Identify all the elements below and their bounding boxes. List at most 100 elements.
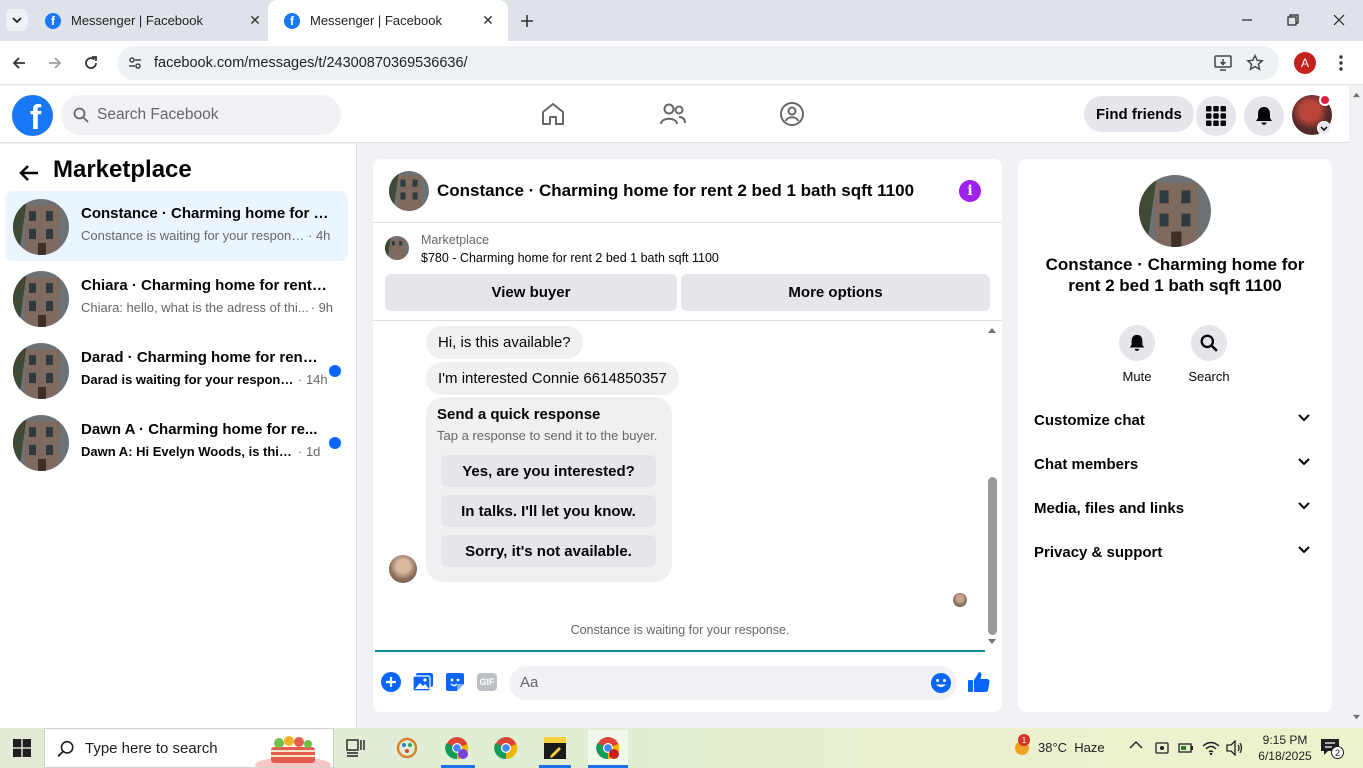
conversation-preview: Darad is waiting for your response. · 14h bbox=[81, 372, 328, 387]
chat-title[interactable]: Constance · Charming home for rent 2 bed… bbox=[437, 181, 914, 201]
menu-button[interactable] bbox=[1196, 96, 1236, 136]
browser-menu-button[interactable] bbox=[1334, 53, 1348, 73]
taskbar-chrome-profile-1[interactable] bbox=[441, 732, 473, 764]
seen-avatar bbox=[953, 593, 967, 607]
chat-avatar[interactable] bbox=[389, 171, 429, 211]
gif-button[interactable]: GIF bbox=[475, 670, 499, 694]
conversation-item[interactable]: Constance · Charming home for re... Cons… bbox=[5, 191, 348, 261]
taskbar-clock[interactable]: 9:15 PM 6/18/2025 bbox=[1257, 732, 1313, 764]
mute-button[interactable]: Mute bbox=[1107, 325, 1167, 384]
account-avatar[interactable] bbox=[1292, 94, 1332, 135]
quick-response-option[interactable]: Sorry, it's not available. bbox=[441, 535, 656, 567]
conversation-item[interactable]: Darad · Charming home for rent ... Darad… bbox=[5, 335, 348, 405]
media-files-links-section[interactable]: Media, files and links bbox=[1034, 495, 1316, 523]
grid-menu-icon bbox=[1206, 106, 1226, 126]
forward-button[interactable] bbox=[41, 49, 69, 77]
quick-response-option[interactable]: In talks. I'll let you know. bbox=[441, 495, 656, 527]
bookmark-star-icon[interactable] bbox=[1246, 54, 1264, 72]
conversation-item[interactable]: Dawn A · Charming home for re... Dawn A:… bbox=[5, 407, 348, 477]
find-friends-button[interactable]: Find friends bbox=[1084, 96, 1194, 132]
mute-label: Mute bbox=[1122, 369, 1152, 384]
privacy-support-section[interactable]: Privacy & support bbox=[1034, 539, 1316, 567]
friends-nav-button[interactable] bbox=[658, 99, 688, 129]
more-options-button[interactable]: More options bbox=[681, 274, 990, 311]
sticker-button[interactable] bbox=[443, 670, 467, 694]
conversation-name: Chiara · Charming home for rent 2... bbox=[81, 277, 331, 294]
tab-search-dropdown[interactable] bbox=[6, 9, 28, 31]
browser-tab-2[interactable]: f Messenger | Facebook ✕ bbox=[268, 0, 508, 41]
facebook-logo[interactable]: f bbox=[12, 95, 53, 136]
taskbar-app-paint[interactable] bbox=[391, 732, 423, 764]
taskbar-sticky-notes[interactable] bbox=[539, 732, 571, 764]
quick-response-title: Send a quick response bbox=[437, 406, 601, 423]
preview-text: Dawn A: Hi Evelyn Woods, is this s... bbox=[81, 444, 296, 459]
option-label: Yes, are you interested? bbox=[462, 462, 635, 480]
close-tab-icon[interactable]: ✕ bbox=[247, 12, 263, 29]
close-tab-icon[interactable]: ✕ bbox=[480, 12, 496, 29]
task-view-button[interactable] bbox=[340, 732, 372, 764]
wifi-icon[interactable] bbox=[1202, 740, 1220, 756]
conversation-item[interactable]: Chiara · Charming home for rent 2... Chi… bbox=[5, 263, 348, 333]
taskbar-chrome-profile-2[interactable] bbox=[588, 730, 628, 766]
back-arrow-button[interactable] bbox=[16, 160, 42, 186]
address-bar[interactable]: facebook.com/messages/t/2430087036953663… bbox=[117, 46, 1279, 80]
chevron-down-icon bbox=[1298, 502, 1310, 510]
emoji-icon[interactable] bbox=[930, 672, 952, 694]
scroll-up-icon[interactable] bbox=[987, 326, 997, 334]
listing-title[interactable]: $780 - Charming home for rent 2 bed 1 ba… bbox=[421, 251, 719, 265]
chat-scroll-thumb[interactable] bbox=[988, 477, 997, 635]
back-button[interactable] bbox=[5, 49, 33, 77]
sticker-icon bbox=[446, 673, 464, 691]
profile-avatar[interactable]: A bbox=[1294, 52, 1316, 74]
bell-icon bbox=[1256, 107, 1272, 125]
scroll-down-icon[interactable] bbox=[1352, 714, 1361, 721]
arrow-left-icon bbox=[12, 57, 25, 69]
volume-icon[interactable] bbox=[1226, 740, 1244, 756]
site-info-icon[interactable] bbox=[127, 55, 143, 71]
notifications-button[interactable] bbox=[1244, 96, 1284, 136]
windows-logo-icon bbox=[13, 739, 31, 757]
groups-nav-button[interactable] bbox=[777, 99, 807, 129]
attach-photo-button[interactable] bbox=[411, 670, 435, 694]
restore-button[interactable] bbox=[1270, 0, 1316, 40]
sticky-notes-icon bbox=[544, 737, 566, 759]
account-chevron-icon[interactable] bbox=[1317, 121, 1331, 135]
quick-response-option[interactable]: Yes, are you interested? bbox=[441, 455, 656, 487]
tab-title: Messenger | Facebook bbox=[71, 13, 203, 28]
add-attachment-button[interactable] bbox=[379, 670, 403, 694]
close-icon bbox=[1333, 14, 1345, 26]
scroll-down-icon[interactable] bbox=[987, 638, 997, 646]
sender-avatar[interactable] bbox=[389, 555, 417, 583]
browser-tab-1[interactable]: f Messenger | Facebook ✕ bbox=[29, 0, 275, 41]
info-icon[interactable]: i bbox=[959, 180, 981, 202]
search-in-chat-button[interactable]: Search bbox=[1179, 325, 1239, 384]
customize-chat-section[interactable]: Customize chat bbox=[1034, 407, 1316, 435]
minimize-button[interactable] bbox=[1224, 0, 1270, 40]
like-button[interactable] bbox=[967, 670, 991, 694]
home-nav-button[interactable] bbox=[538, 99, 568, 129]
show-hidden-icons-button[interactable] bbox=[1129, 740, 1143, 750]
chat-members-section[interactable]: Chat members bbox=[1034, 451, 1316, 479]
message-input[interactable]: Aa bbox=[509, 666, 957, 700]
close-window-button[interactable] bbox=[1316, 0, 1362, 40]
view-buyer-button[interactable]: View buyer bbox=[385, 274, 677, 311]
new-tab-button[interactable] bbox=[514, 8, 540, 34]
battery-icon[interactable] bbox=[1178, 740, 1194, 756]
preview-text: Darad is waiting for your response. bbox=[81, 372, 296, 387]
weather-icon[interactable]: 1 bbox=[1010, 734, 1034, 760]
taskbar-search-input[interactable]: Type here to search bbox=[44, 728, 334, 768]
chat-header: Constance · Charming home for rent 2 bed… bbox=[373, 159, 1002, 223]
gif-icon: GIF bbox=[477, 673, 497, 691]
taskbar-chrome[interactable] bbox=[490, 732, 522, 764]
facebook-search-input[interactable]: Search Facebook bbox=[61, 95, 341, 135]
scroll-up-icon[interactable] bbox=[1352, 91, 1361, 98]
marketplace-conversations-panel: Marketplace Constance · Charming home fo… bbox=[0, 144, 357, 728]
weather-text[interactable]: 38°C Haze bbox=[1038, 740, 1105, 755]
notification-center-button[interactable]: 2 bbox=[1320, 738, 1344, 759]
page-scrollbar[interactable] bbox=[1349, 86, 1363, 728]
meet-icon[interactable] bbox=[1154, 740, 1170, 756]
start-button[interactable] bbox=[6, 732, 38, 764]
install-app-icon[interactable] bbox=[1214, 54, 1232, 72]
conversation-preview: Constance is waiting for your response. ·… bbox=[81, 228, 330, 243]
reload-button[interactable] bbox=[77, 49, 105, 77]
